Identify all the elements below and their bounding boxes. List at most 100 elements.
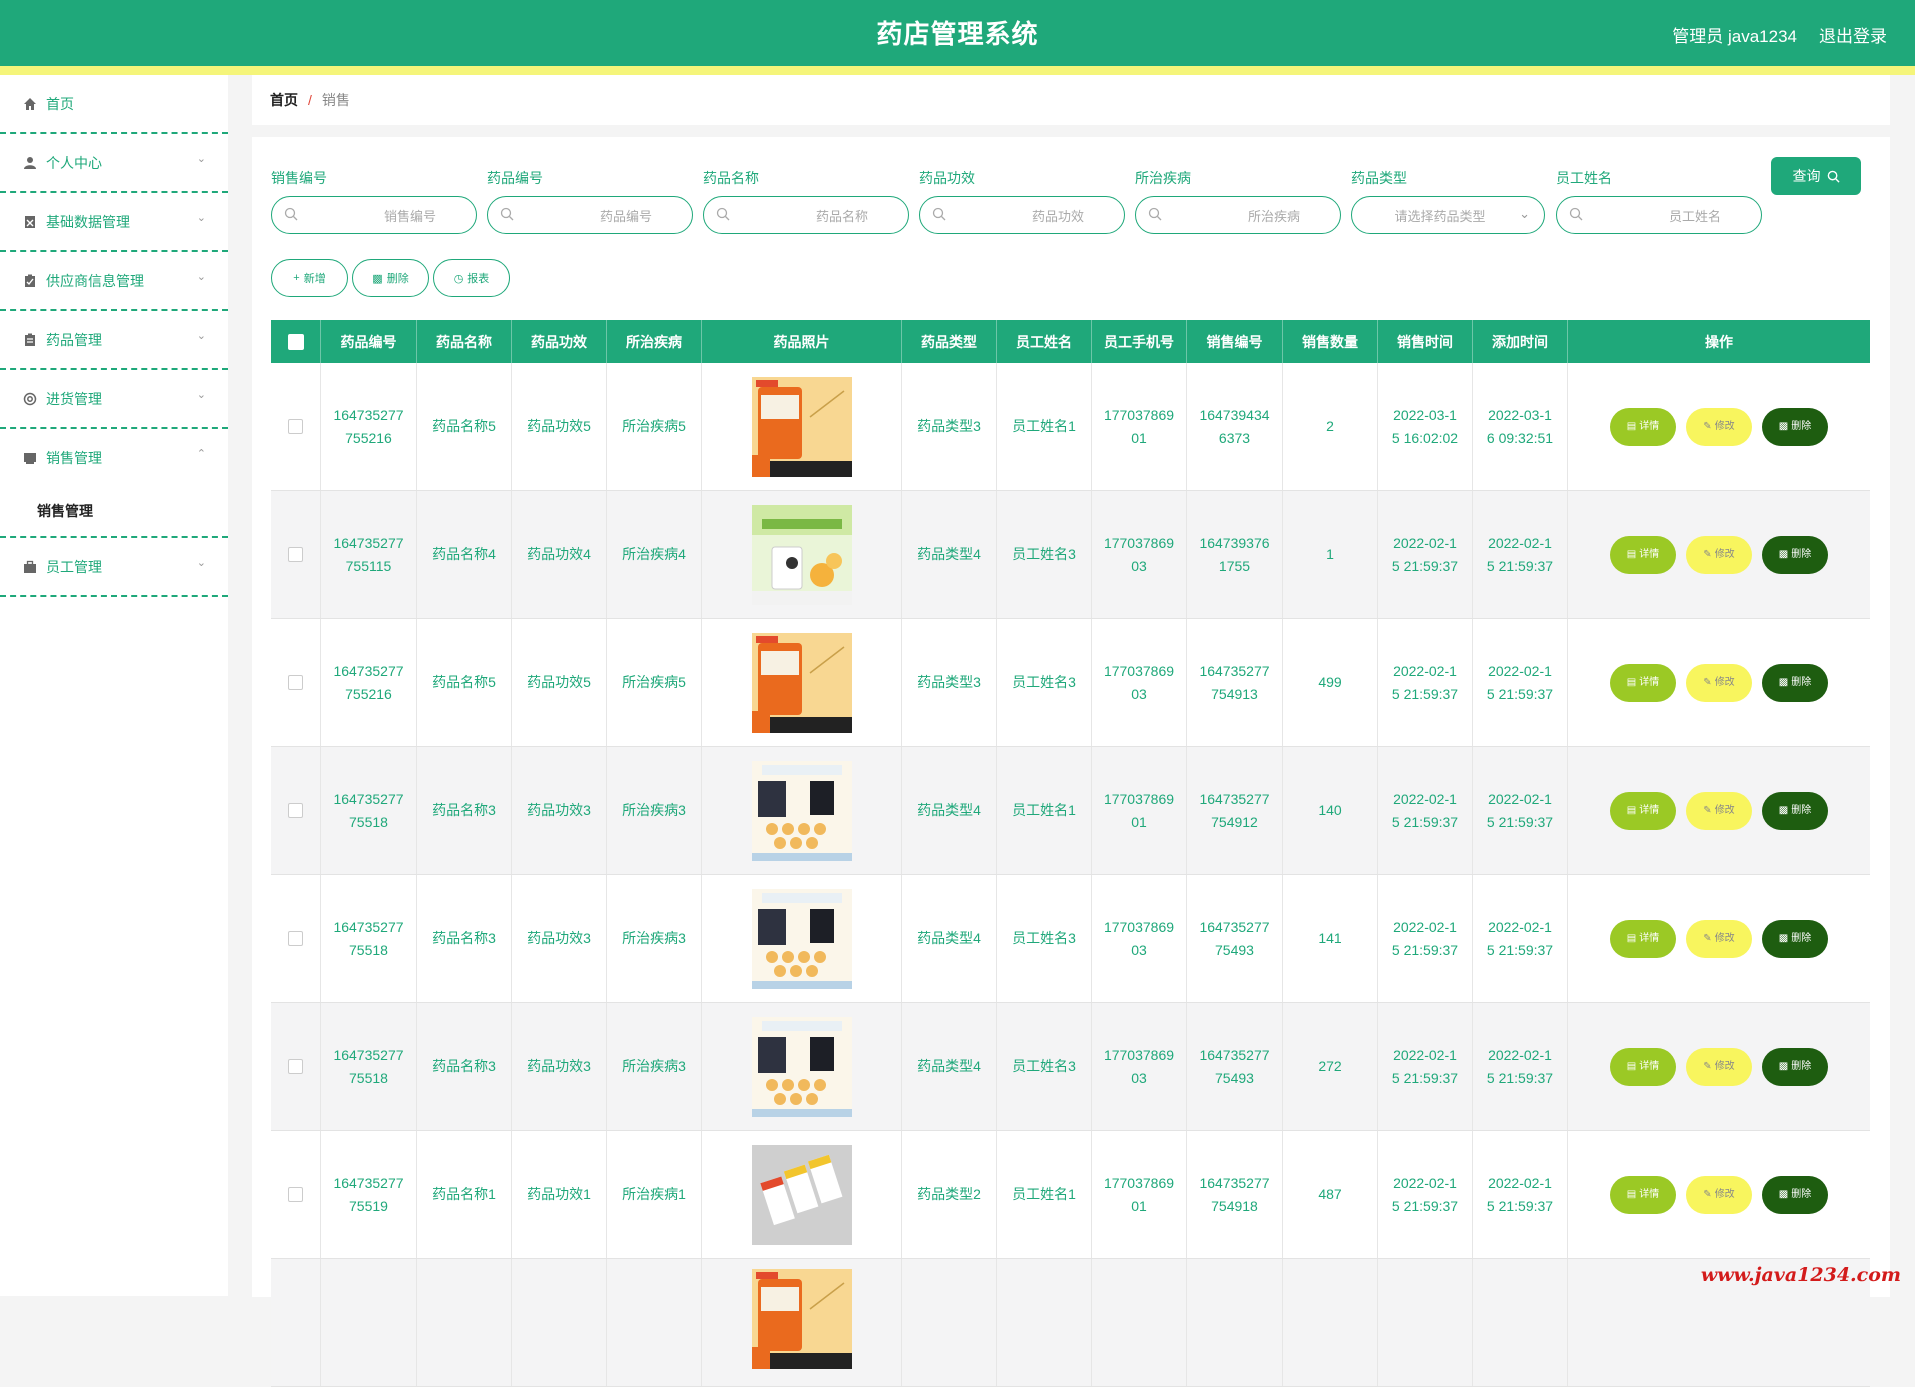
row-checkbox[interactable]	[288, 419, 303, 434]
search-icon	[1827, 170, 1840, 183]
detail-button[interactable]: ▤ 详情	[1610, 791, 1676, 830]
row-checkbox[interactable]	[288, 547, 303, 562]
header-drug-no: 药品编号	[321, 320, 417, 363]
drug-effect-cell: 药品功效5	[512, 363, 607, 490]
drug-no-input[interactable]: 药品编号	[487, 196, 693, 234]
detail-button[interactable]: ▤ 详情	[1610, 663, 1676, 702]
row-checkbox[interactable]	[288, 675, 303, 690]
edit-button[interactable]: ✎ 修改	[1686, 663, 1752, 702]
sidebar-item-medicine[interactable]: 药品管理 ⌄	[0, 311, 228, 370]
detail-button[interactable]: ▤ 详情	[1610, 535, 1676, 574]
drug-effect-value: 药品功效5	[527, 418, 591, 434]
sidebar-item-purchase[interactable]: 进货管理 ⌄	[0, 370, 228, 429]
edit-button[interactable]: ✎ 修改	[1686, 791, 1752, 830]
edit-button-label: 修改	[1714, 1189, 1735, 1200]
search-icon	[716, 207, 730, 224]
sale-time-cell: 2022-02-1 5 21:59:37	[1378, 1003, 1473, 1130]
select-all-checkbox[interactable]	[287, 333, 304, 350]
sidebar-item-home[interactable]: 首页	[0, 75, 228, 134]
edit-button[interactable]: ✎ 修改	[1686, 535, 1752, 574]
detail-button[interactable]: ▤ 详情	[1610, 1175, 1676, 1214]
employee-name-input[interactable]: 员工姓名	[1556, 196, 1762, 234]
sale-no-value: 164735277 754918	[1199, 1174, 1270, 1214]
drug-type-cell: 药品类型4	[902, 747, 997, 874]
delete-button[interactable]: ▩ 删除	[1762, 919, 1828, 958]
sidebar-item-personal[interactable]: 个人中心 ⌄	[0, 134, 228, 193]
drug-photo	[751, 632, 852, 733]
sale-no-value: 164735277 754912	[1199, 790, 1270, 830]
operations-cell: ▤ 详情 ✎ 修改 ▩ 删除	[1568, 875, 1870, 1002]
batch-delete-button[interactable]: ▩ 删除	[352, 259, 429, 297]
sale-qty-cell: 1	[1283, 491, 1378, 618]
sale-no-value: 164739434 6373	[1199, 406, 1270, 446]
delete-button[interactable]: ▩ 删除	[1762, 663, 1828, 702]
sidebar-item-base-data[interactable]: 基础数据管理 ⌄	[0, 193, 228, 252]
edit-button[interactable]: ✎ 修改	[1686, 407, 1752, 446]
top-header: 药店管理系统 管理员 java1234 退出登录	[0, 0, 1915, 66]
drug-effect-input[interactable]: 药品功效	[919, 196, 1125, 234]
edit-button[interactable]: ✎ 修改	[1686, 919, 1752, 958]
query-button[interactable]: 查询	[1771, 157, 1861, 195]
detail-button[interactable]: ▤ 详情	[1610, 1047, 1676, 1086]
breadcrumb-home[interactable]: 首页	[270, 90, 298, 110]
photo-cell	[702, 1259, 902, 1386]
sale-qty-value: 499	[1318, 674, 1342, 690]
delete-button[interactable]: ▩ 删除	[1762, 1047, 1828, 1086]
sale-qty-value: 140	[1318, 802, 1342, 818]
table-row: 164735277 755115 药品名称4 药品功效4 所治疾病4 药品类型4 员工姓名…	[271, 491, 1870, 619]
sidebar-item-staff[interactable]: 员工管理 ⌄	[0, 538, 228, 597]
user-icon	[22, 155, 38, 171]
edit-button[interactable]: ✎ 修改	[1686, 1175, 1752, 1214]
drug-type-select[interactable]: 请选择药品类型 ⌄	[1351, 196, 1545, 234]
sidebar-item-label: 基础数据管理	[46, 213, 130, 230]
drug-effect-cell: 药品功效1	[512, 1131, 607, 1258]
row-checkbox[interactable]	[288, 1187, 303, 1202]
row-checkbox[interactable]	[288, 931, 303, 946]
detail-button[interactable]: ▤ 详情	[1610, 919, 1676, 958]
employee-name-cell	[997, 1259, 1092, 1386]
report-button[interactable]: ◷ 报表	[433, 259, 510, 297]
disease-input[interactable]: 所治疾病	[1135, 196, 1341, 234]
detail-button[interactable]: ▤ 详情	[1610, 407, 1676, 446]
delete-button[interactable]: ▩ 删除	[1762, 791, 1828, 830]
drug-name-cell: 药品名称4	[417, 491, 512, 618]
drug-no-value: 164735277 755115	[333, 534, 404, 574]
photo-cell	[702, 1131, 902, 1258]
delete-button-label: 删除	[1791, 549, 1812, 560]
sale-time-value: 2022-02-1 5 21:59:37	[1391, 534, 1459, 574]
drug-name-input[interactable]: 药品名称	[703, 196, 909, 234]
row-checkbox[interactable]	[288, 1059, 303, 1074]
drug-effect-value: 药品功效5	[527, 674, 591, 690]
edit-button[interactable]: ✎ 修改	[1686, 1047, 1752, 1086]
employee-name-placeholder: 员工姓名	[1668, 208, 1721, 224]
trash-icon: ▩	[1778, 421, 1789, 432]
drug-effect-placeholder: 药品功效	[1031, 208, 1084, 224]
trash-icon: ▩	[1778, 1061, 1789, 1072]
drug-no-value: 164735277 755216	[333, 406, 404, 446]
add-time-value: 2022-02-1 5 21:59:37	[1486, 534, 1554, 574]
employee-name-cell: 员工姓名1	[997, 363, 1092, 490]
logout-link[interactable]: 退出登录	[1819, 22, 1887, 47]
sidebar-item-supplier[interactable]: 供应商信息管理 ⌄	[0, 252, 228, 311]
sidebar-item-label: 首页	[46, 95, 74, 112]
drug-type-value: 药品类型2	[917, 1186, 981, 1202]
sale-no-input[interactable]: 销售编号	[271, 196, 477, 234]
sale-time-cell: 2022-02-1 5 21:59:37	[1378, 747, 1473, 874]
chevron-down-icon: ⌄	[196, 330, 206, 342]
row-checkbox[interactable]	[288, 803, 303, 818]
sidebar-item-sales[interactable]: 销售管理 ⌃	[0, 429, 228, 486]
document-icon: ▤	[1626, 1061, 1637, 1072]
table-row: 164735277 75518 药品名称3 药品功效3 所治疾病3 药品类型4 员工姓名3…	[271, 1003, 1870, 1131]
drug-type-value: 药品类型4	[917, 1058, 981, 1074]
sale-no-cell	[1187, 1259, 1283, 1386]
drug-photo	[751, 1144, 852, 1245]
header-drug-photo: 药品照片	[702, 320, 902, 363]
delete-button[interactable]: ▩ 删除	[1762, 535, 1828, 574]
employee-name-cell: 员工姓名3	[997, 1003, 1092, 1130]
employee-phone-cell	[1092, 1259, 1187, 1386]
table-row: 164735277 75519 药品名称1 药品功效1 所治疾病1 药品类型2 员工姓名1…	[271, 1131, 1870, 1259]
delete-button[interactable]: ▩ 删除	[1762, 1175, 1828, 1214]
add-button[interactable]: + 新增	[271, 259, 348, 297]
sidebar-subitem-sales-manage[interactable]: 销售管理	[0, 486, 228, 536]
delete-button[interactable]: ▩ 删除	[1762, 407, 1828, 446]
